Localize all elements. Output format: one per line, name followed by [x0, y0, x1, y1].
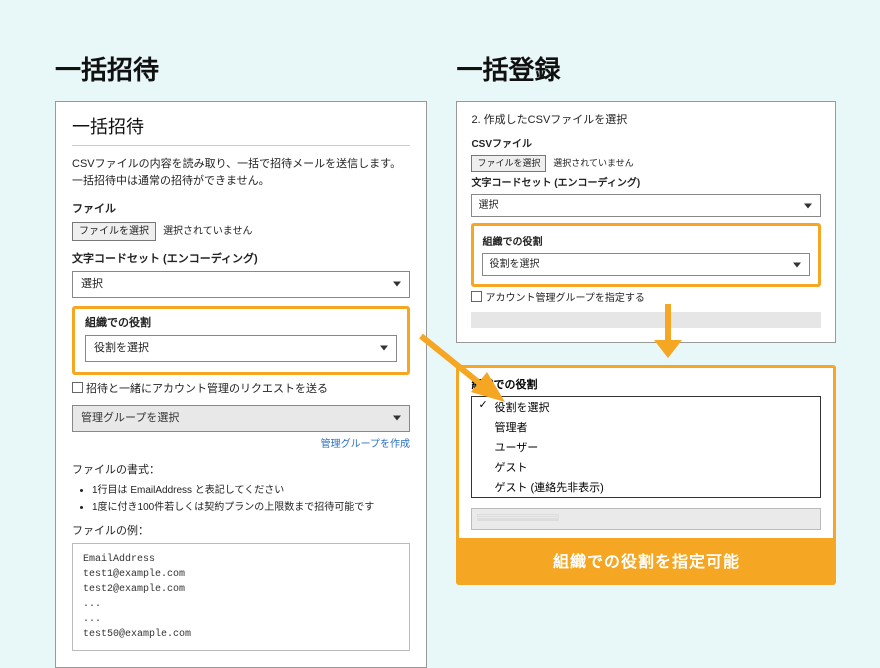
format-bullet: 1行目は EmailAddress と表記してください	[92, 483, 410, 498]
encoding-label: 文字コードセット (エンコーディング)	[471, 176, 821, 191]
example-heading: ファイルの例：	[72, 523, 410, 540]
background-stub	[471, 508, 821, 530]
caption-bar: 組織での役割を指定可能	[459, 538, 833, 582]
role-option[interactable]: ゲスト (連絡先非表示)	[472, 477, 820, 497]
role-highlight-box: 組織での役割 役割を選択	[471, 223, 821, 287]
role-options-list: 役割を選択 管理者 ユーザー ゲスト ゲスト (連絡先非表示)	[471, 396, 821, 498]
send-request-label: 招待と一緒にアカウント管理のリクエストを送る	[86, 383, 328, 395]
encoding-select[interactable]: 選択	[72, 271, 410, 298]
role-select[interactable]: 役割を選択	[85, 335, 397, 362]
role-dropdown-expanded: 組織での役割 役割を選択 管理者 ユーザー ゲスト ゲスト (連絡先非表示) 組…	[456, 365, 836, 585]
encoding-select[interactable]: 選択	[471, 194, 821, 217]
panel-bulk-register: 2. 作成したCSVファイルを選択 CSVファイル ファイルを選択 選択されてい…	[456, 101, 836, 343]
role-highlight-box: 組織での役割 役割を選択	[72, 306, 410, 375]
role-option[interactable]: 管理者	[472, 417, 820, 437]
csv-label: CSVファイル	[471, 137, 821, 152]
role-option[interactable]: 役割を選択	[472, 397, 820, 417]
role-label: 組織での役割	[85, 315, 397, 332]
panel-description: CSVファイルの内容を読み取り、一括で招待メールを送信します。一括招待中は通常の…	[72, 156, 410, 189]
file-label: ファイル	[72, 201, 410, 218]
specify-group-label: アカウント管理グループを指定する	[485, 293, 644, 304]
send-request-checkbox[interactable]	[72, 382, 83, 393]
role-option[interactable]: ユーザー	[472, 437, 820, 457]
step-title: 2. 作成したCSVファイルを選択	[471, 112, 821, 129]
heading-bulk-invite: 一括招待	[55, 50, 427, 87]
choose-file-button[interactable]: ファイルを選択	[471, 155, 546, 173]
role-select[interactable]: 役割を選択	[482, 253, 810, 276]
role-label: 組織での役割	[482, 235, 810, 250]
panel-bulk-invite: 一括招待 CSVファイルの内容を読み取り、一括で招待メールを送信します。一括招待…	[55, 101, 427, 668]
specify-group-checkbox[interactable]	[471, 291, 482, 302]
choose-file-button[interactable]: ファイルを選択	[72, 222, 156, 241]
heading-bulk-register: 一括登録	[456, 50, 836, 87]
example-block: EmailAddress test1@example.com test2@exa…	[72, 543, 410, 651]
create-group-link[interactable]: 管理グループを作成	[321, 439, 410, 450]
format-bullets: 1行目は EmailAddress と表記してください 1度に付き100件若しく…	[92, 483, 410, 515]
disabled-bar	[471, 312, 821, 328]
group-select[interactable]: 管理グループを選択	[72, 405, 410, 432]
divider	[72, 145, 410, 146]
format-heading: ファイルの書式：	[72, 462, 410, 479]
file-status: 選択されていません	[163, 226, 252, 237]
format-bullet: 1度に付き100件若しくは契約プランの上限数まで招待可能です	[92, 500, 410, 515]
role-label: 組織での役割	[471, 376, 821, 392]
encoding-label: 文字コードセット (エンコーディング)	[72, 251, 410, 268]
role-option[interactable]: ゲスト	[472, 457, 820, 477]
file-status: 選択されていません	[553, 158, 633, 168]
panel-title: 一括招待	[72, 114, 410, 141]
